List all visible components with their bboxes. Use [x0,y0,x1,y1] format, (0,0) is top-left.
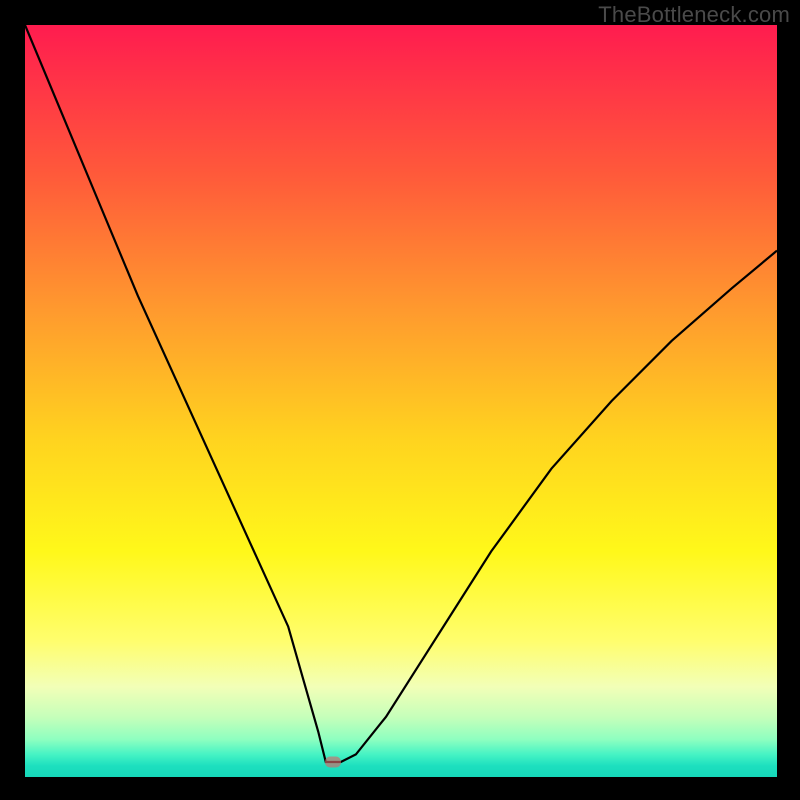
curve-svg [25,25,777,777]
curve-path [25,25,777,762]
chart-frame: TheBottleneck.com [0,0,800,800]
watermark-label: TheBottleneck.com [598,2,790,28]
min-marker [325,756,341,767]
plot-area [25,25,777,777]
